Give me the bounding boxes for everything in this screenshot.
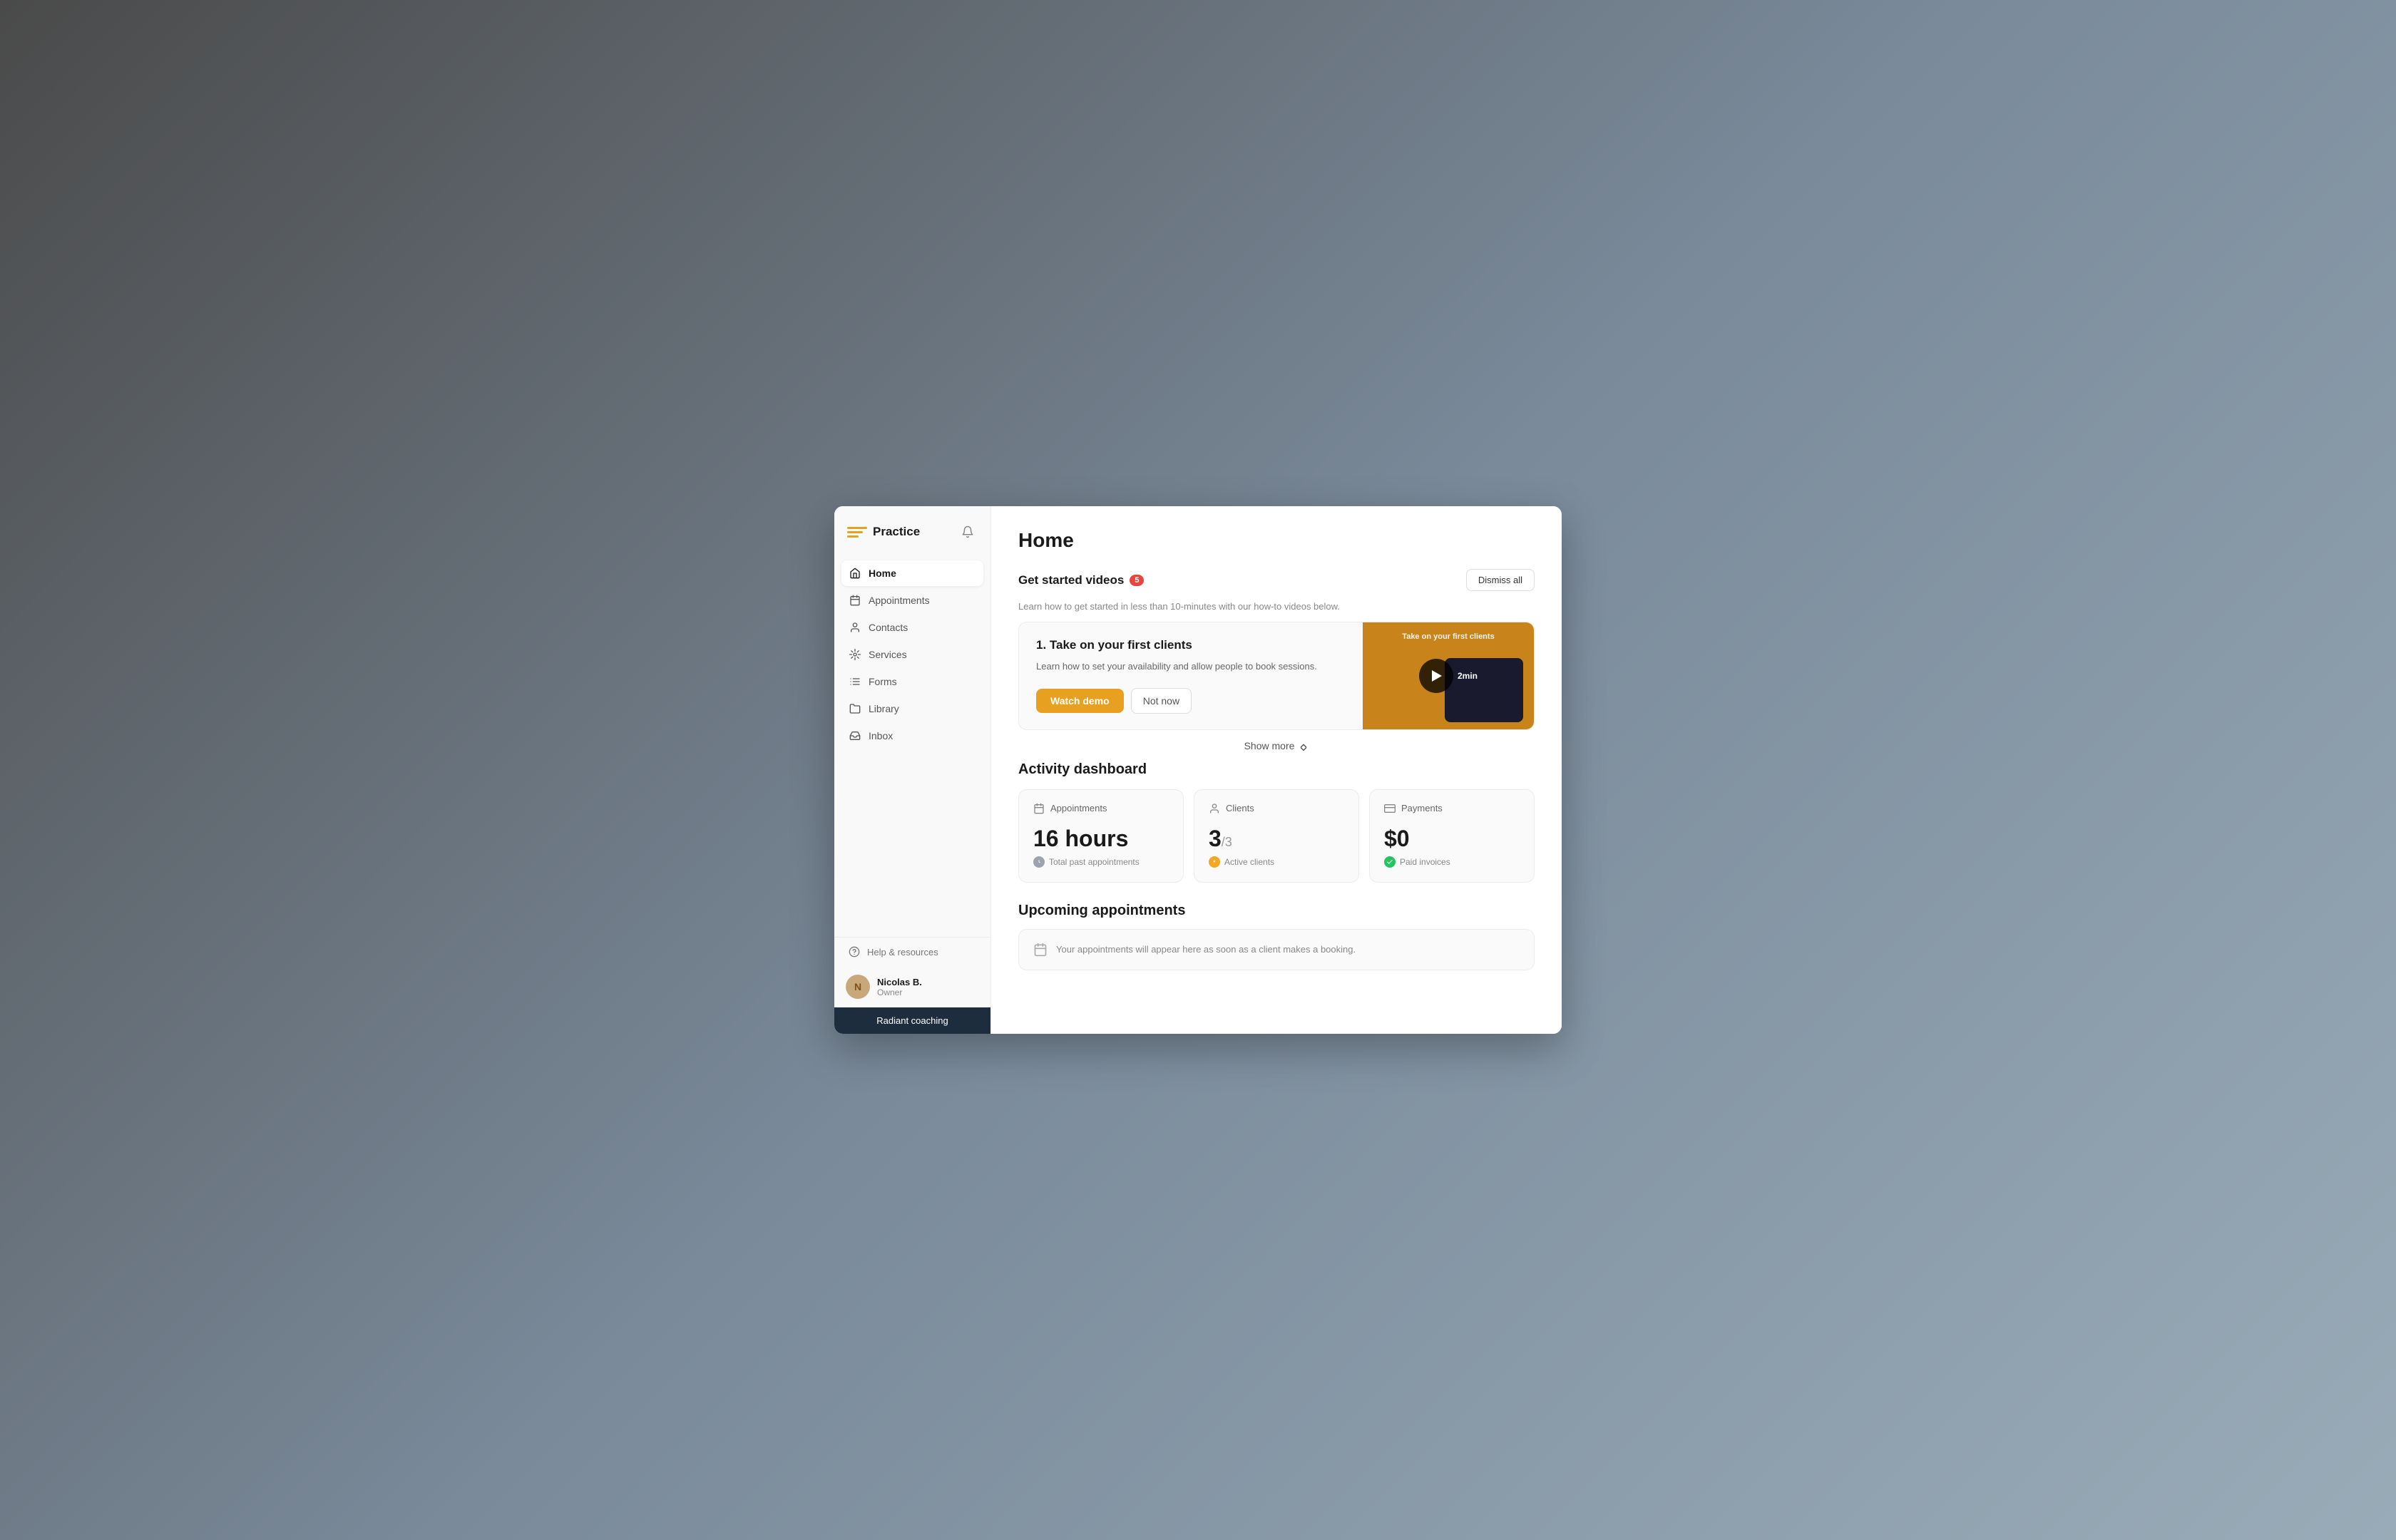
card-appointments-label: Appointments (1050, 803, 1107, 813)
upcoming-calendar-icon (1033, 943, 1048, 957)
card-appointments-label-row: Appointments (1033, 803, 1169, 814)
help-resources-label: Help & resources (867, 947, 938, 958)
sidebar-footer: Help & resources N Nicolas B. Owner Radi… (834, 937, 990, 1034)
workspace-label: Radiant coaching (876, 1015, 948, 1026)
video-card: 1. Take on your first clients Learn how … (1018, 622, 1535, 730)
brand-name: Practice (873, 525, 920, 539)
card-clients-label-row: Clients (1209, 803, 1344, 814)
chevron-up-down-icon (1299, 741, 1309, 751)
sidebar-item-appointments[interactable]: Appointments (841, 587, 983, 613)
workspace-bar[interactable]: Radiant coaching (834, 1007, 990, 1034)
video-actions: Watch demo Not now (1036, 688, 1346, 714)
card-payments-label: Payments (1401, 803, 1443, 813)
dash-card-clients: Clients 3/3 Active clients (1194, 789, 1359, 883)
card-payments-value: $0 (1384, 826, 1520, 852)
home-icon (849, 567, 861, 580)
main-content: Home Get started videos 5 Dismiss all Le… (991, 506, 1562, 1034)
user-profile[interactable]: N Nicolas B. Owner (834, 966, 990, 1007)
card-clients-sub-row: Active clients (1209, 856, 1344, 868)
sidebar-item-inbox-label: Inbox (869, 730, 893, 741)
card-payments-sub-text: Paid invoices (1400, 857, 1450, 867)
user-name: Nicolas B. (877, 977, 979, 987)
show-more-label: Show more (1244, 740, 1295, 751)
help-resources-item[interactable]: Help & resources (834, 938, 990, 966)
watch-demo-button[interactable]: Watch demo (1036, 689, 1124, 713)
video-thumbnail: Take on your first clients 2min (1363, 622, 1534, 729)
library-icon (849, 702, 861, 715)
play-container[interactable]: 2min (1419, 659, 1478, 693)
services-icon (849, 648, 861, 661)
notification-bell-icon[interactable] (958, 522, 978, 542)
sidebar-item-contacts-label: Contacts (869, 622, 908, 633)
dash-card-payments: Payments $0 Paid invoices (1369, 789, 1535, 883)
play-triangle-icon (1432, 670, 1442, 682)
sidebar-item-services-label: Services (869, 649, 907, 660)
upcoming-empty-text: Your appointments will appear here as so… (1056, 944, 1356, 955)
dash-card-appointments: Appointments 16 hours Total past appoint… (1018, 789, 1184, 883)
forms-icon (849, 675, 861, 688)
video-description: Learn how to set your availability and a… (1036, 659, 1346, 674)
not-now-button[interactable]: Not now (1131, 688, 1192, 714)
avatar: N (846, 975, 870, 999)
page-title: Home (1018, 529, 1535, 552)
sidebar-item-home[interactable]: Home (841, 560, 983, 586)
sidebar-item-contacts[interactable]: Contacts (841, 615, 983, 640)
video-title: 1. Take on your first clients (1036, 638, 1346, 652)
clock-icon (1035, 858, 1043, 866)
card-appointments-sub-row: Total past appointments (1033, 856, 1169, 868)
upcoming-appointments-title: Upcoming appointments (1018, 903, 1535, 919)
calendar-icon (849, 594, 861, 607)
brand: Practice (847, 524, 920, 540)
card-appointments-sub-text: Total past appointments (1049, 857, 1140, 867)
get-started-title-row: Get started videos 5 (1018, 573, 1144, 587)
get-started-badge: 5 (1130, 575, 1144, 586)
sidebar-nav: Home Appointments (834, 555, 990, 937)
appointments-status-dot (1033, 856, 1045, 868)
duration-label: 2min (1458, 671, 1478, 681)
card-payments-icon (1384, 803, 1396, 814)
appointments-empty-state: Your appointments will appear here as so… (1018, 929, 1535, 970)
card-payments-label-row: Payments (1384, 803, 1520, 814)
sidebar-item-services[interactable]: Services (841, 642, 983, 667)
card-clients-sub-text: Active clients (1224, 857, 1274, 867)
card-appointments-icon (1033, 803, 1045, 814)
get-started-title: Get started videos (1018, 573, 1124, 587)
app-container: Practice Home (834, 506, 1562, 1034)
payments-status-dot (1384, 856, 1396, 868)
check-icon (1386, 858, 1393, 866)
get-started-header: Get started videos 5 Dismiss all (1018, 569, 1535, 591)
sidebar-item-library[interactable]: Library (841, 696, 983, 722)
video-thumb-label: Take on your first clients (1363, 632, 1534, 641)
user-role: Owner (877, 987, 979, 997)
get-started-subtitle: Learn how to get started in less than 10… (1018, 601, 1535, 612)
dashboard-cards: Appointments 16 hours Total past appoint… (1018, 789, 1535, 883)
card-clients-icon (1209, 803, 1220, 814)
sidebar-item-forms[interactable]: Forms (841, 669, 983, 694)
card-appointments-value: 16 hours (1033, 826, 1169, 852)
show-more-row[interactable]: Show more (1018, 730, 1535, 761)
sidebar-item-appointments-label: Appointments (869, 595, 930, 606)
play-button[interactable] (1419, 659, 1453, 693)
sidebar-item-library-label: Library (869, 703, 899, 714)
help-icon (849, 946, 860, 958)
sidebar-item-home-label: Home (869, 568, 896, 579)
activity-dashboard-title: Activity dashboard (1018, 761, 1535, 778)
video-thumb-content: Take on your first clients 2min (1363, 622, 1534, 729)
card-clients-value: 3/3 (1209, 826, 1344, 852)
card-payments-sub-row: Paid invoices (1384, 856, 1520, 868)
sidebar: Practice Home (834, 506, 991, 1034)
inbox-icon (849, 729, 861, 742)
brand-icon (847, 524, 867, 540)
sidebar-item-forms-label: Forms (869, 676, 897, 687)
card-clients-label: Clients (1226, 803, 1254, 813)
contacts-icon (849, 621, 861, 634)
dismiss-all-button[interactable]: Dismiss all (1466, 569, 1535, 591)
video-info: 1. Take on your first clients Learn how … (1019, 622, 1363, 729)
sidebar-item-inbox[interactable]: Inbox (841, 723, 983, 749)
user-info: Nicolas B. Owner (877, 977, 979, 997)
bolt-icon (1211, 858, 1218, 866)
clients-status-dot (1209, 856, 1220, 868)
sidebar-header: Practice (834, 506, 990, 555)
